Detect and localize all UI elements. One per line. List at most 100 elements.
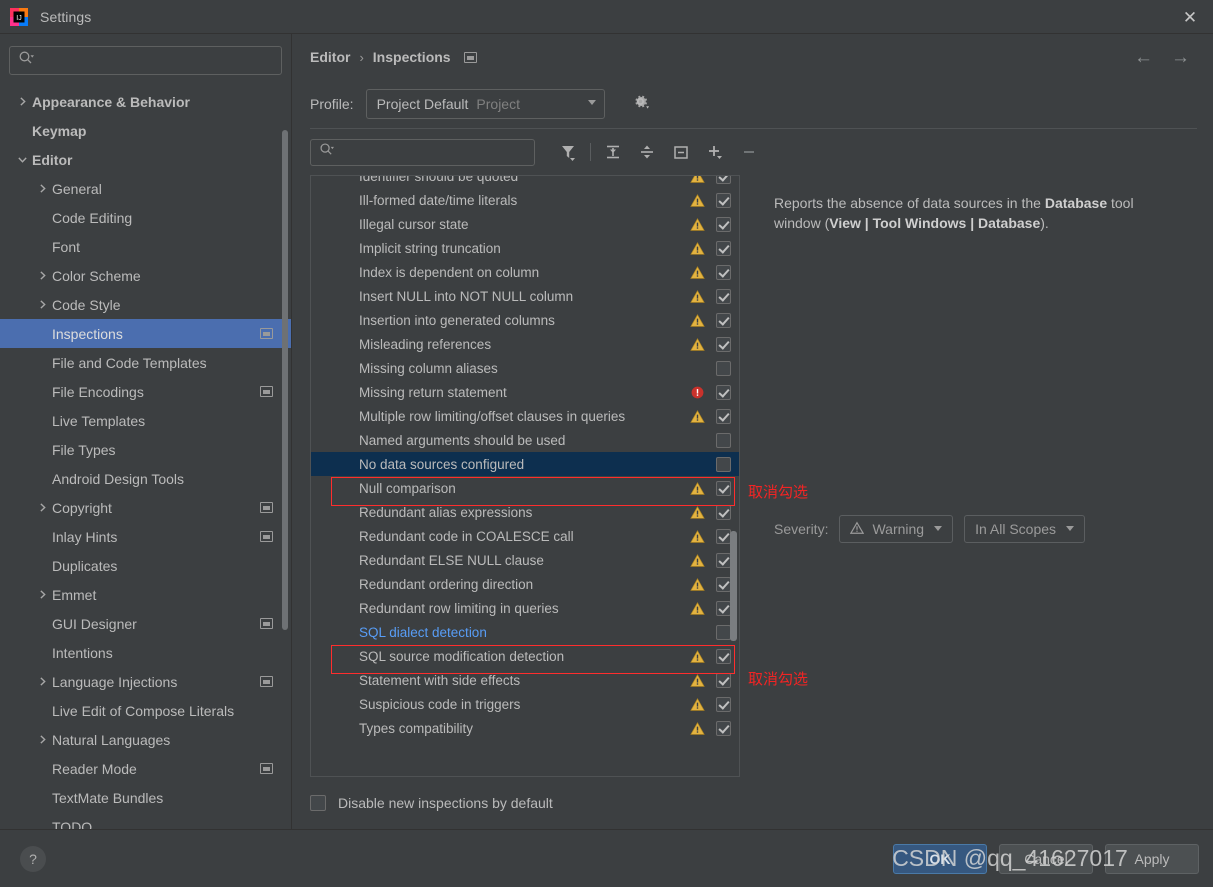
inspection-checkbox[interactable] bbox=[716, 720, 731, 736]
forward-arrow-icon[interactable]: → bbox=[1171, 48, 1190, 67]
chevron-right-icon[interactable] bbox=[34, 732, 50, 748]
filter-button[interactable] bbox=[551, 137, 585, 167]
inspection-row[interactable]: Illegal cursor state bbox=[311, 212, 739, 236]
reset-button[interactable] bbox=[664, 137, 698, 167]
inspection-row[interactable]: Identifier should be quoted bbox=[311, 176, 739, 188]
search-input[interactable] bbox=[38, 52, 273, 69]
inspection-checkbox[interactable] bbox=[716, 504, 731, 520]
inspection-checkbox[interactable] bbox=[716, 672, 731, 688]
inspection-checkbox[interactable] bbox=[716, 432, 731, 448]
inspection-row[interactable]: Suspicious code in triggers bbox=[311, 692, 739, 716]
inspection-checkbox[interactable] bbox=[716, 696, 731, 712]
inspection-checkbox[interactable] bbox=[716, 216, 731, 232]
close-icon[interactable]: ✕ bbox=[1167, 0, 1213, 34]
severity-dropdown[interactable]: Warning bbox=[839, 515, 954, 543]
inspection-filter-input[interactable] bbox=[334, 143, 526, 161]
sidebar-item-inlay-hints[interactable]: Inlay Hints bbox=[0, 522, 291, 551]
sidebar-item-copyright[interactable]: Copyright bbox=[0, 493, 291, 522]
sidebar-item-keymap[interactable]: Keymap bbox=[0, 116, 291, 145]
remove-button[interactable] bbox=[732, 137, 766, 167]
sidebar-item-color-scheme[interactable]: Color Scheme bbox=[0, 261, 291, 290]
inspection-checkbox[interactable] bbox=[716, 408, 731, 424]
sidebar-item-code-style[interactable]: Code Style bbox=[0, 290, 291, 319]
sidebar-item-code-editing[interactable]: Code Editing bbox=[0, 203, 291, 232]
inspection-row[interactable]: Null comparison bbox=[311, 476, 739, 500]
inspection-row[interactable]: Named arguments should be used bbox=[311, 428, 739, 452]
chevron-down-icon[interactable] bbox=[14, 152, 30, 168]
inspection-row[interactable]: Implicit string truncation bbox=[311, 236, 739, 260]
sidebar-item-file-and-code-templates[interactable]: File and Code Templates bbox=[0, 348, 291, 377]
sidebar-item-language-injections[interactable]: Language Injections bbox=[0, 667, 291, 696]
inspection-row[interactable]: Missing column aliases bbox=[311, 356, 739, 380]
sidebar-item-live-edit-of-compose-literals[interactable]: Live Edit of Compose Literals bbox=[0, 696, 291, 725]
inspection-checkbox[interactable] bbox=[716, 552, 731, 568]
inspection-row[interactable]: No data sources configured bbox=[311, 452, 739, 476]
back-arrow-icon[interactable]: ← bbox=[1134, 48, 1153, 67]
inspection-checkbox[interactable] bbox=[716, 240, 731, 256]
sidebar-item-reader-mode[interactable]: Reader Mode bbox=[0, 754, 291, 783]
sidebar-item-duplicates[interactable]: Duplicates bbox=[0, 551, 291, 580]
inspection-row[interactable]: Redundant row limiting in queries bbox=[311, 596, 739, 620]
inspection-row[interactable]: SQL dialect detection bbox=[311, 620, 739, 644]
sidebar-item-inspections[interactable]: Inspections bbox=[0, 319, 291, 348]
inspection-checkbox[interactable] bbox=[716, 336, 731, 352]
inspection-row[interactable]: SQL source modification detection bbox=[311, 644, 739, 668]
inspection-checkbox[interactable] bbox=[716, 480, 731, 496]
chevron-right-icon[interactable] bbox=[34, 297, 50, 313]
chevron-right-icon[interactable] bbox=[14, 94, 30, 110]
inspection-list-scrollbar[interactable] bbox=[730, 531, 737, 641]
sidebar-item-emmet[interactable]: Emmet bbox=[0, 580, 291, 609]
sidebar-item-natural-languages[interactable]: Natural Languages bbox=[0, 725, 291, 754]
sidebar-item-editor[interactable]: Editor bbox=[0, 145, 291, 174]
disable-new-inspections-row[interactable]: Disable new inspections by default bbox=[310, 777, 1197, 829]
inspection-row[interactable]: Redundant ordering direction bbox=[311, 572, 739, 596]
sidebar-item-android-design-tools[interactable]: Android Design Tools bbox=[0, 464, 291, 493]
expand-all-button[interactable] bbox=[596, 137, 630, 167]
inspection-row[interactable]: Types compatibility bbox=[311, 716, 739, 740]
inspection-row[interactable]: Redundant ELSE NULL clause bbox=[311, 548, 739, 572]
profile-dropdown[interactable]: Project Default Project bbox=[365, 89, 605, 119]
chevron-right-icon[interactable] bbox=[34, 674, 50, 690]
disable-new-inspections-checkbox[interactable] bbox=[310, 795, 326, 811]
sidebar-item-file-types[interactable]: File Types bbox=[0, 435, 291, 464]
chevron-right-icon[interactable] bbox=[34, 500, 50, 516]
inspection-checkbox[interactable] bbox=[716, 576, 731, 592]
inspection-checkbox[interactable] bbox=[716, 264, 731, 280]
chevron-right-icon[interactable] bbox=[34, 181, 50, 197]
inspection-checkbox[interactable] bbox=[716, 624, 731, 640]
inspection-checkbox[interactable] bbox=[716, 176, 731, 184]
sidebar-item-intentions[interactable]: Intentions bbox=[0, 638, 291, 667]
inspection-checkbox[interactable] bbox=[716, 528, 731, 544]
inspection-list[interactable]: Identifier should be quoted Ill-formed da… bbox=[310, 175, 740, 777]
inspection-checkbox[interactable] bbox=[716, 648, 731, 664]
chevron-right-icon[interactable] bbox=[34, 587, 50, 603]
inspection-row[interactable]: Redundant alias expressions bbox=[311, 500, 739, 524]
sidebar-item-file-encodings[interactable]: File Encodings bbox=[0, 377, 291, 406]
sidebar-item-gui-designer[interactable]: GUI Designer bbox=[0, 609, 291, 638]
inspection-row[interactable]: Ill-formed date/time literals bbox=[311, 188, 739, 212]
sidebar-item-appearance-behavior[interactable]: Appearance & Behavior bbox=[0, 87, 291, 116]
sidebar-item-font[interactable]: Font bbox=[0, 232, 291, 261]
help-button[interactable]: ? bbox=[20, 845, 46, 872]
chevron-right-icon[interactable] bbox=[34, 268, 50, 284]
sidebar-item-general[interactable]: General bbox=[0, 174, 291, 203]
search-box[interactable] bbox=[9, 46, 282, 75]
inspection-row[interactable]: Missing return statement bbox=[311, 380, 739, 404]
inspection-filter-box[interactable] bbox=[310, 138, 535, 166]
inspection-checkbox[interactable] bbox=[716, 384, 731, 400]
inspection-row[interactable]: Insertion into generated columns bbox=[311, 308, 739, 332]
inspection-checkbox[interactable] bbox=[716, 360, 731, 376]
inspection-row[interactable]: Index is dependent on column bbox=[311, 260, 739, 284]
sidebar-item-live-templates[interactable]: Live Templates bbox=[0, 406, 291, 435]
gear-icon[interactable] bbox=[631, 92, 650, 116]
inspection-checkbox[interactable] bbox=[716, 312, 731, 328]
inspection-row[interactable]: Redundant code in COALESCE call bbox=[311, 524, 739, 548]
sidebar-item-textmate-bundles[interactable]: TextMate Bundles bbox=[0, 783, 291, 812]
collapse-all-button[interactable] bbox=[630, 137, 664, 167]
breadcrumb-root[interactable]: Editor bbox=[310, 49, 350, 65]
add-button[interactable] bbox=[698, 137, 732, 167]
inspection-row[interactable]: Misleading references bbox=[311, 332, 739, 356]
sidebar-scrollbar[interactable] bbox=[282, 130, 288, 630]
inspection-row[interactable]: Statement with side effects bbox=[311, 668, 739, 692]
inspection-checkbox[interactable] bbox=[716, 288, 731, 304]
